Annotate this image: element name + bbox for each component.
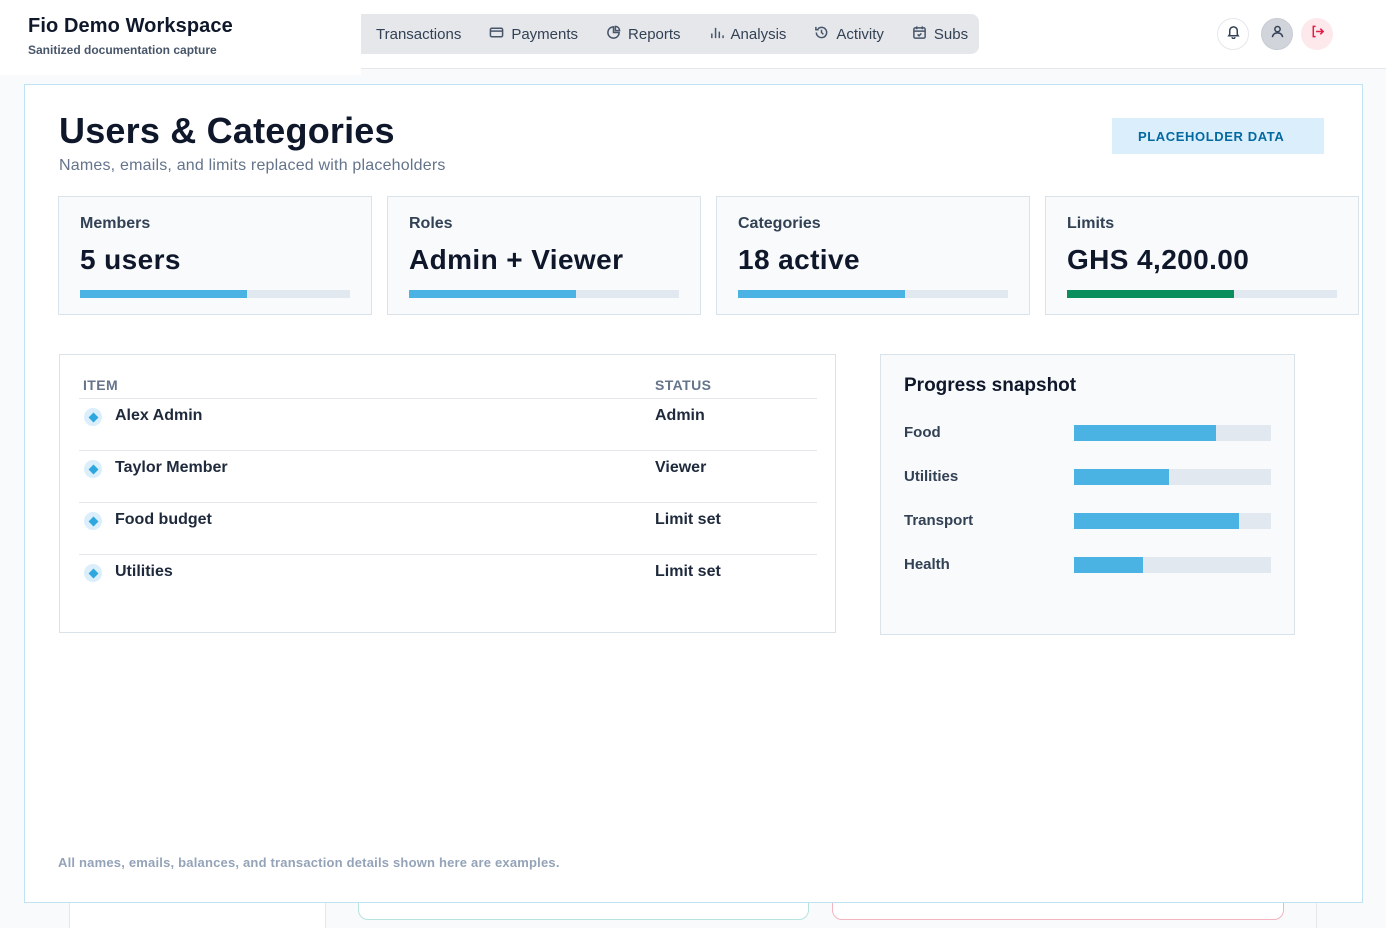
progress-track [1074,557,1271,573]
diamond-bullet-icon [84,512,102,530]
stat-card-members: Members 5 users [58,196,372,315]
stat-value: GHS 4,200.00 [1067,244,1250,275]
table-row[interactable]: Taylor Member Viewer [79,450,817,502]
bell-icon [1226,24,1241,44]
diamond-bullet-icon [84,460,102,478]
calendar-icon [912,25,927,44]
progress-label: Transport [904,512,974,529]
placeholder-badge: PLACEHOLDER DATA [1112,118,1324,154]
page-title: Users & Categories [59,110,395,151]
progress-row-utilities: Utilities [904,468,1272,486]
profile-button[interactable] [1261,18,1293,50]
column-header-item: ITEM [83,377,119,393]
nav-item-label: Subs [933,25,969,43]
nav-item-payments[interactable]: Payments [475,14,592,54]
stat-progress-track [1067,290,1337,298]
nav-item-label: Activity [836,25,884,43]
progress-snapshot-title: Progress snapshot [904,375,1077,396]
nav-item-subs[interactable]: Subs [898,14,982,54]
nav-item-reports[interactable]: Reports [592,14,695,54]
logout-button[interactable] [1301,18,1333,50]
progress-row-food: Food [904,424,1272,442]
stat-card-roles: Roles Admin + Viewer [387,196,701,315]
stat-card-limits: Limits GHS 4,200.00 [1045,196,1359,315]
row-status: Viewer [655,459,707,476]
progress-label: Health [904,556,950,573]
user-icon [1270,24,1285,44]
diamond-bullet-icon [84,408,102,426]
app-window: Transactions Payments Reports Analysis A… [0,0,1386,928]
stat-card-categories: Categories 18 active [716,196,1030,315]
stat-value: 18 active [738,244,860,275]
stat-label: Members [80,215,151,232]
users-categories-panel: Users & Categories Names, emails, and li… [24,84,1363,903]
progress-snapshot-card: Progress snapshot Food Utilities Transpo… [880,354,1295,635]
stat-progress-track [738,290,1008,298]
pie-chart-icon [606,25,621,44]
stat-progress-track [409,290,679,298]
diamond-bullet-icon [84,564,102,582]
row-status: Admin [655,407,705,424]
row-item-name: Utilities [115,563,173,580]
table-row[interactable]: Utilities Limit set [79,554,817,606]
progress-track [1074,469,1271,485]
progress-label: Utilities [904,468,959,485]
bar-chart-icon [709,25,724,44]
stat-value: Admin + Viewer [409,244,624,275]
progress-track [1074,425,1271,441]
progress-fill [1074,425,1216,441]
nav-item-activity[interactable]: Activity [800,14,898,54]
progress-track [1074,513,1271,529]
sample-data-footnote: All names, emails, balances, and transac… [58,855,560,870]
progress-label: Food [904,424,941,441]
notifications-button[interactable] [1217,18,1249,50]
progress-row-health: Health [904,556,1272,574]
progress-row-transport: Transport [904,512,1272,530]
table-row[interactable]: Alex Admin Admin [79,398,817,450]
nav-item-transactions[interactable]: Transactions [354,14,475,54]
column-header-status: STATUS [655,377,712,393]
row-item-name: Food budget [115,511,212,528]
stat-progress-fill [1067,290,1235,298]
progress-fill [1074,557,1143,573]
stat-label: Categories [738,215,821,232]
stat-progress-fill [80,290,248,298]
nav-item-label: Payments [511,25,579,43]
row-status: Limit set [655,563,721,580]
main-nav: Transactions Payments Reports Analysis A… [300,14,979,54]
stat-label: Roles [409,215,453,232]
stat-progress-fill [738,290,906,298]
nav-item-label: Analysis [730,25,787,43]
stat-value: 5 users [80,244,181,275]
logout-icon [1310,24,1325,44]
progress-fill [1074,469,1169,485]
nav-item-label: Transactions [376,25,462,43]
history-icon [814,25,829,44]
items-table: ITEM STATUS Alex Admin Admin Taylor Memb… [59,354,836,633]
table-row[interactable]: Food budget Limit set [79,502,817,554]
row-status: Limit set [655,511,721,528]
row-item-name: Alex Admin [115,407,203,424]
credit-card-icon [489,25,504,44]
stat-progress-track [80,290,350,298]
page-subtitle: Names, emails, and limits replaced with … [59,157,446,174]
nav-item-analysis[interactable]: Analysis [695,14,801,54]
nav-item-label: Reports [628,25,681,43]
workspace-subtitle: Sanitized documentation capture [28,43,217,57]
stat-label: Limits [1067,215,1115,232]
row-item-name: Taylor Member [115,459,228,476]
progress-fill [1074,513,1240,529]
brand-card: Fio Demo Workspace Sanitized documentati… [0,0,361,75]
stat-progress-fill [409,290,577,298]
workspace-title: Fio Demo Workspace [28,15,233,37]
